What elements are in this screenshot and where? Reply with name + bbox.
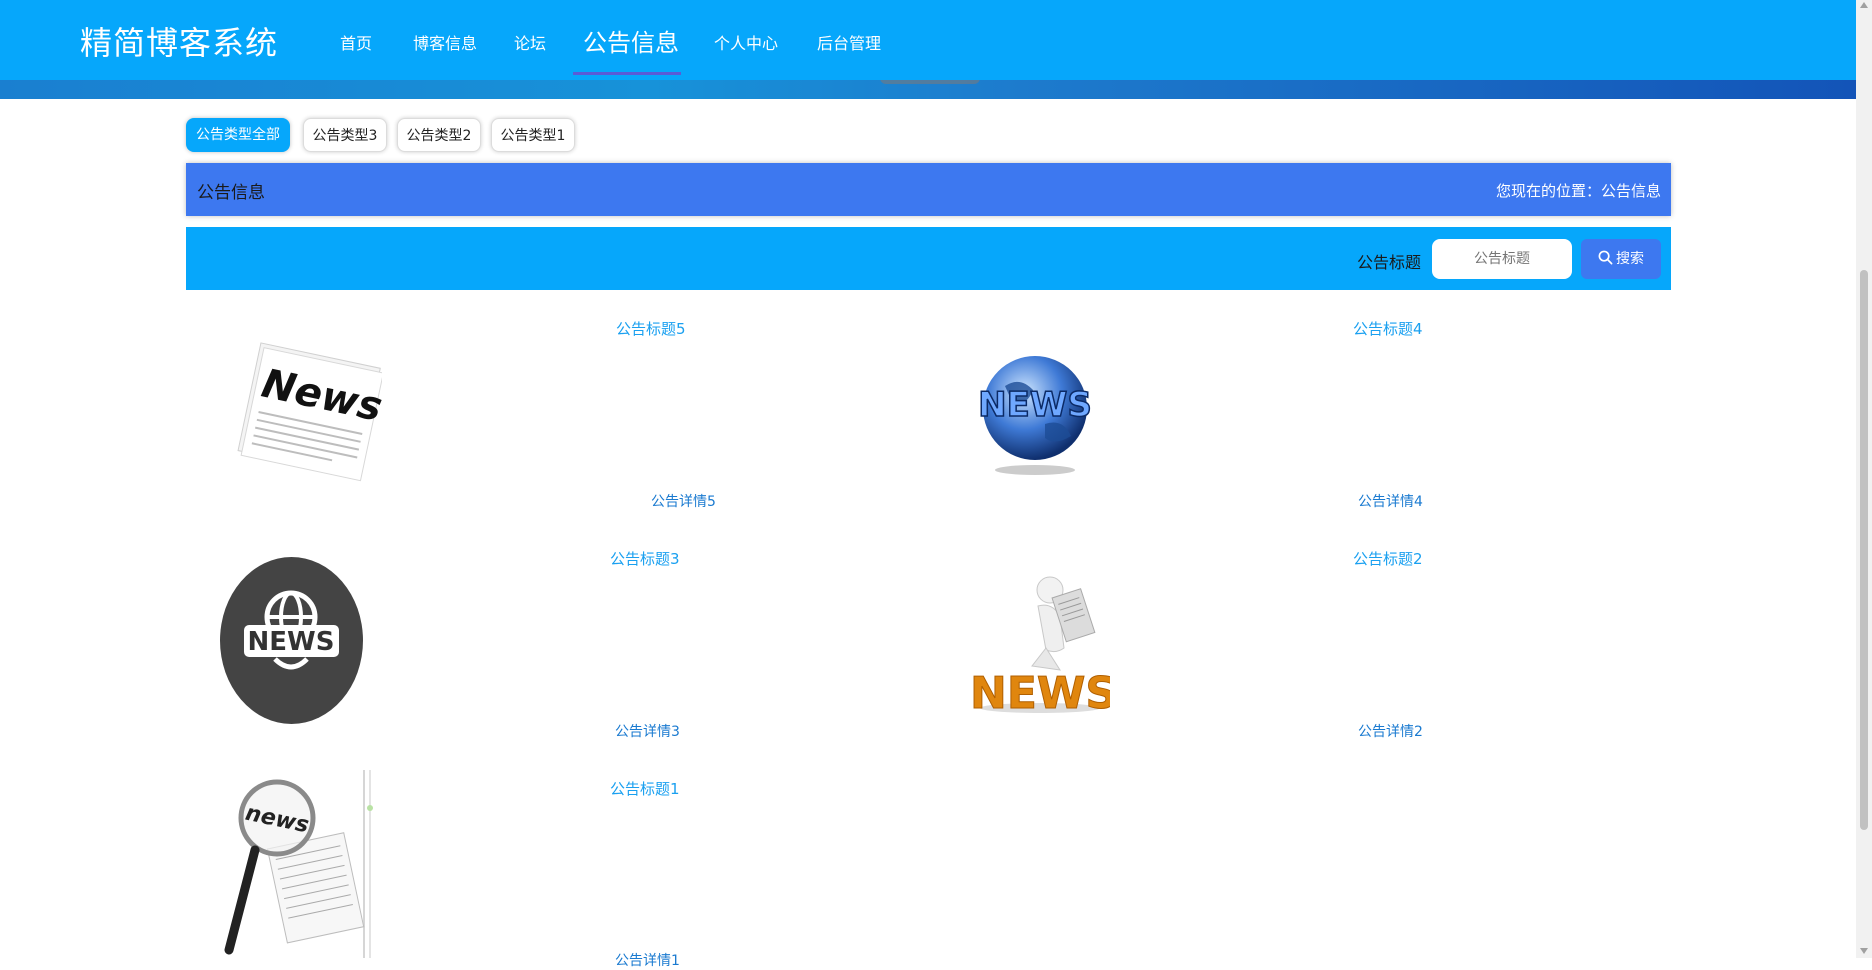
filter-type-all[interactable]: 公告类型全部 bbox=[186, 118, 290, 152]
nav-active-indicator bbox=[573, 72, 681, 75]
nav-item-forum[interactable]: 论坛 bbox=[514, 30, 546, 54]
scrollbar-thumb[interactable] bbox=[1860, 270, 1868, 830]
filter-type-1[interactable]: 公告类型1 bbox=[491, 118, 575, 152]
news-reader-figure-image[interactable]: NEWS bbox=[960, 570, 1118, 720]
notice-title-2[interactable]: 公告标题2 bbox=[1353, 548, 1423, 569]
nav-item-notice[interactable]: 公告信息 bbox=[583, 23, 679, 58]
nav-item-admin[interactable]: 后台管理 bbox=[817, 30, 881, 54]
svg-text:NEWS: NEWS bbox=[978, 385, 1092, 425]
search-label: 公告标题 bbox=[1357, 253, 1422, 272]
notice-detail-4[interactable]: 公告详情4 bbox=[1358, 491, 1423, 511]
nav-item-home[interactable]: 首页 bbox=[340, 30, 372, 54]
news-circle-globe-image[interactable]: NEWS bbox=[220, 557, 363, 724]
notice-title-4[interactable]: 公告标题4 bbox=[1353, 318, 1423, 339]
nav-item-blog[interactable]: 博客信息 bbox=[413, 30, 477, 54]
top-navbar: 精简博客系统 首页 博客信息 论坛 公告信息 个人中心 后台管理 bbox=[0, 0, 1856, 80]
scroll-up-arrow-icon[interactable] bbox=[1860, 2, 1868, 8]
svg-text:NEWS: NEWS bbox=[248, 627, 335, 657]
section-header: 公告信息 您现在的位置：公告信息 bbox=[186, 163, 1671, 216]
search-input[interactable] bbox=[1432, 239, 1572, 279]
notice-detail-3[interactable]: 公告详情3 bbox=[615, 721, 680, 741]
notice-detail-5[interactable]: 公告详情5 bbox=[651, 491, 716, 511]
notice-title-1[interactable]: 公告标题1 bbox=[610, 778, 680, 799]
notice-detail-1[interactable]: 公告详情1 bbox=[615, 950, 680, 970]
notice-detail-2[interactable]: 公告详情2 bbox=[1358, 721, 1423, 741]
svg-text:NEWS: NEWS bbox=[970, 668, 1110, 715]
filter-type-3[interactable]: 公告类型3 bbox=[303, 118, 387, 152]
site-title: 精简博客系统 bbox=[80, 24, 279, 62]
search-icon bbox=[1598, 250, 1613, 265]
scroll-down-arrow-icon[interactable] bbox=[1860, 948, 1868, 954]
filter-type-2[interactable]: 公告类型2 bbox=[397, 118, 481, 152]
search-button[interactable]: 搜索 bbox=[1581, 239, 1661, 279]
search-button-label: 搜索 bbox=[1616, 251, 1644, 267]
notice-title-5[interactable]: 公告标题5 bbox=[616, 318, 686, 339]
breadcrumb: 您现在的位置：公告信息 bbox=[1495, 182, 1661, 200]
notice-title-3[interactable]: 公告标题3 bbox=[610, 548, 680, 569]
section-title: 公告信息 bbox=[197, 183, 265, 203]
news-globe-image[interactable]: NEWS bbox=[975, 346, 1095, 476]
news-newspaper-image[interactable]: News bbox=[232, 330, 386, 490]
nav-item-profile[interactable]: 个人中心 bbox=[714, 30, 778, 54]
news-magnifier-image[interactable]: news bbox=[215, 770, 375, 958]
search-bar: 公告标题 搜索 bbox=[186, 227, 1671, 290]
